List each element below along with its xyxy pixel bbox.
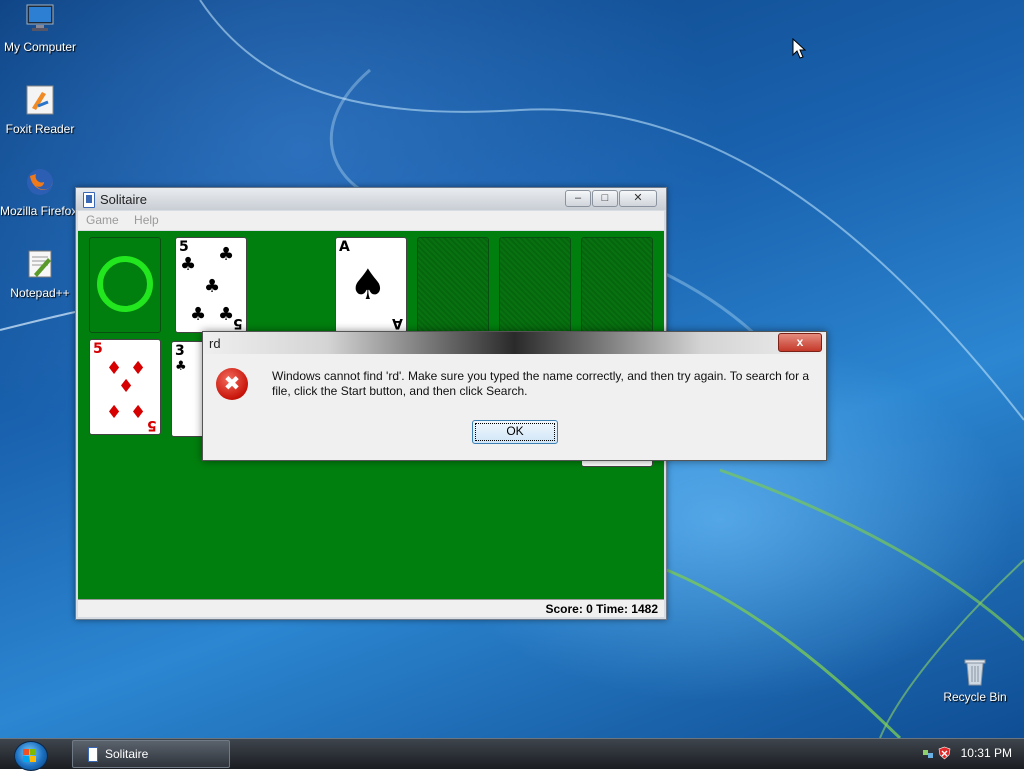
solitaire-menu-bar: Game Help <box>78 211 664 230</box>
desktop-icon-label: My Computer <box>3 40 77 54</box>
network-icon[interactable] <box>922 747 934 759</box>
taskbar-item-label: Solitaire <box>105 747 149 761</box>
recycle-bin-icon <box>964 659 986 686</box>
stock-pile[interactable] <box>89 237 161 333</box>
foxit-reader-icon <box>26 85 54 115</box>
solitaire-status-bar: Score: 0 Time: 1482 <box>78 599 664 617</box>
system-tray: 10:31 PM <box>914 739 1024 769</box>
taskbar-item-solitaire[interactable]: Solitaire <box>72 740 230 768</box>
card-rank: 5 <box>93 341 103 357</box>
score-time-text: Score: 0 Time: 1482 <box>545 602 658 616</box>
dialog-title: rd <box>209 336 221 351</box>
solitaire-title-bar[interactable]: Solitaire – □ ✕ <box>76 188 666 210</box>
menu-help[interactable]: Help <box>134 211 159 230</box>
club-icon: ♣ <box>218 244 235 265</box>
security-shield-icon[interactable] <box>938 746 951 760</box>
club-icon: ♣ <box>175 359 187 374</box>
taskbar: Solitaire 10:31 PM <box>0 738 1024 771</box>
desktop-icon-notepad-plus-plus[interactable]: Notepad++ <box>0 248 80 300</box>
firefox-icon <box>27 169 53 195</box>
card-rank-bottom: 5 <box>233 315 243 331</box>
clock[interactable]: 10:31 PM <box>961 746 1012 760</box>
desktop-icon-my-computer[interactable]: My Computer <box>0 2 80 54</box>
minimize-button[interactable]: – <box>565 190 591 207</box>
diamond-icon: ♦ <box>130 402 147 423</box>
desktop-icon-recycle-bin[interactable]: Recycle Bin <box>935 655 1015 704</box>
tableau-card-1[interactable]: 5 5 ♦ ♦ ♦ ♦ ♦ <box>89 339 161 435</box>
mouse-cursor-icon <box>792 38 807 59</box>
solitaire-app-icon <box>88 747 98 762</box>
recycle-bin-label: Recycle Bin <box>943 690 1007 704</box>
card-rank: 3 <box>175 343 185 359</box>
spade-icon: ♠ <box>349 260 387 309</box>
solitaire-window-title: Solitaire <box>100 192 147 207</box>
diamond-icon: ♦ <box>106 402 123 423</box>
card-rank: A <box>339 239 350 255</box>
card-rank: 5 <box>179 239 189 255</box>
solitaire-app-icon <box>83 192 95 208</box>
windows-logo-icon <box>23 749 36 762</box>
card-rank-bottom: A <box>392 315 403 331</box>
monitor-icon <box>26 4 54 31</box>
club-icon: ♣ <box>180 254 197 275</box>
menu-game[interactable]: Game <box>86 211 119 230</box>
card-rank-bottom: 5 <box>147 417 157 433</box>
foundation-slot-3[interactable] <box>499 237 571 333</box>
error-icon: ✖ <box>216 368 248 400</box>
desktop-icon-foxit-reader[interactable]: Foxit Reader <box>0 84 80 136</box>
desktop-icon-firefox[interactable]: Mozilla Firefox <box>0 166 80 218</box>
desktop-icon-label: Notepad++ <box>10 286 70 300</box>
desktop-icon-label: Foxit Reader <box>5 122 75 136</box>
dialog-title-bar[interactable]: rd x <box>203 332 826 354</box>
club-icon: ♣ <box>218 304 235 325</box>
notepad-plus-plus-icon <box>28 250 52 278</box>
foundation-slot-4[interactable] <box>581 237 653 333</box>
error-dialog: rd x ✖ Windows cannot find 'rd'. Make su… <box>202 331 827 461</box>
window-close-button[interactable]: ✕ <box>619 190 657 207</box>
club-icon: ♣ <box>204 276 221 297</box>
foundation-slot-2[interactable] <box>417 237 489 333</box>
dialog-message: Windows cannot find 'rd'. Make sure you … <box>272 369 810 398</box>
redeal-circle-icon <box>97 256 153 312</box>
diamond-icon: ♦ <box>118 376 135 397</box>
dialog-close-button[interactable]: x <box>778 333 822 352</box>
club-icon: ♣ <box>190 304 207 325</box>
start-button[interactable] <box>14 741 48 771</box>
waste-card[interactable]: 5 5 ♣ ♣ ♣ ♣ ♣ <box>175 237 247 333</box>
desktop-icon-label: Mozilla Firefox <box>0 204 76 218</box>
maximize-button[interactable]: □ <box>592 190 618 207</box>
ok-button[interactable]: OK <box>472 420 558 444</box>
foundation-card-1[interactable]: A A ♠ <box>335 237 407 333</box>
